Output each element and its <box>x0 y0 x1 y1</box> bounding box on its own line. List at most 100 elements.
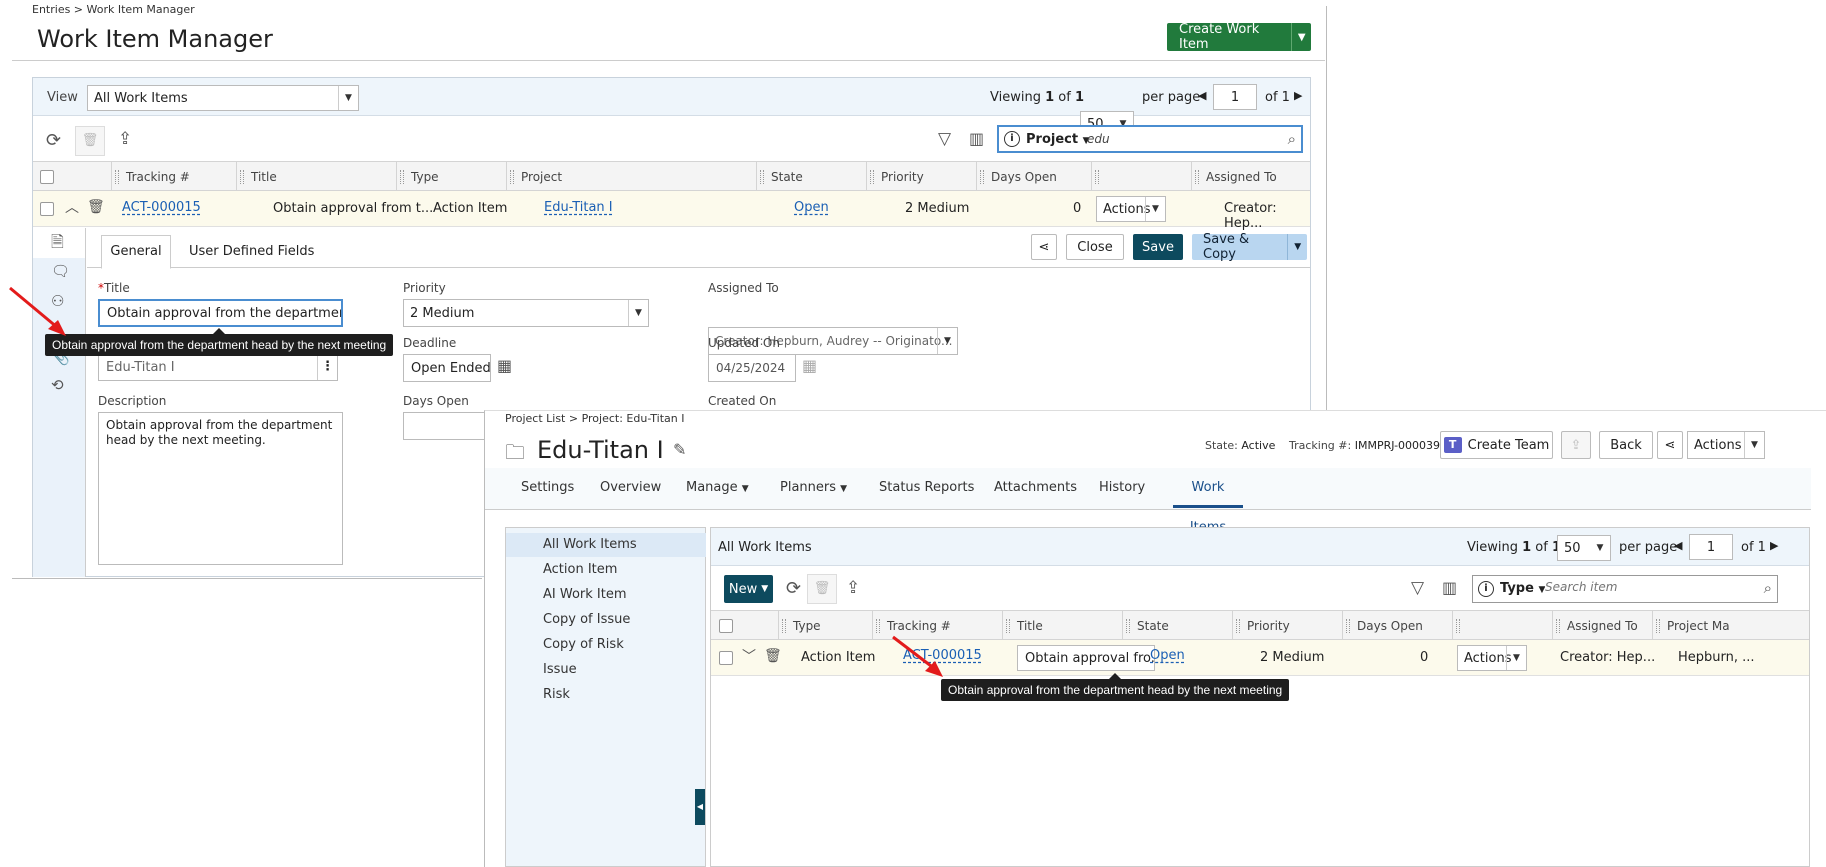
filter-icon[interactable]: ▽ <box>1411 580 1424 597</box>
tab-overview[interactable]: Overview <box>600 468 661 508</box>
project-link[interactable]: Edu-Titan I <box>544 200 613 215</box>
column-header[interactable]: Type <box>396 162 506 192</box>
more-icon[interactable]: ⋮ <box>317 354 337 380</box>
description-textarea[interactable]: Obtain approval from the department head… <box>98 412 343 565</box>
table-row[interactable]: ﹀ 🗑 Action Item ACT-000015 Obtain approv… <box>711 640 1809 676</box>
tab-work-items[interactable]: Work Items <box>1173 468 1243 535</box>
search-icon[interactable]: ⌕ <box>1764 579 1772 597</box>
search-input[interactable]: edu <box>1087 132 1110 146</box>
export-button[interactable]: ⇪ <box>1561 431 1591 459</box>
back-button[interactable]: Back <box>1599 431 1653 459</box>
column-header[interactable]: Assigned To <box>1552 611 1652 641</box>
state-link[interactable]: Open <box>794 200 829 215</box>
column-header[interactable]: Days Open <box>1342 611 1452 641</box>
column-header[interactable]: Priority <box>866 162 976 192</box>
column-header[interactable]: State <box>756 162 866 192</box>
nav-item[interactable]: Copy of Risk <box>506 633 706 657</box>
column-header[interactable] <box>1091 162 1191 192</box>
column-header[interactable]: Type <box>778 611 872 641</box>
column-header[interactable]: Priority <box>1232 611 1342 641</box>
search-field-select[interactable]: Project ▼ <box>1026 132 1090 147</box>
column-header[interactable]: Days Open <box>976 162 1091 192</box>
filter-icon[interactable]: ▽ <box>938 131 951 148</box>
column-header[interactable]: Tracking # <box>111 162 236 192</box>
row-checkbox[interactable] <box>40 202 54 216</box>
delete-icon[interactable]: 🗑 <box>75 126 105 156</box>
column-header[interactable]: State <box>1122 611 1232 641</box>
nav-item[interactable]: All Work Items <box>506 533 706 557</box>
export-icon[interactable]: ⇪ <box>118 131 132 148</box>
calendar-icon[interactable]: ▦ <box>497 358 512 374</box>
collapse-icon[interactable]: ︿ <box>65 201 79 215</box>
breadcrumb[interactable]: Entries > Work Item Manager <box>32 3 195 16</box>
close-button[interactable]: Close <box>1066 234 1124 260</box>
next-page-icon[interactable]: ▶ <box>1770 539 1778 552</box>
create-work-item-button[interactable]: Create Work Item ▼ <box>1167 22 1311 52</box>
column-header[interactable]: Title <box>1002 611 1122 641</box>
breadcrumb[interactable]: Project List > Project: Edu-Titan I <box>505 412 684 425</box>
search-box[interactable]: i Type ▼ ⌕ <box>1472 575 1778 603</box>
column-header[interactable]: Assigned To <box>1191 162 1310 192</box>
project-field[interactable]: Edu-Titan I ⋮ <box>98 353 338 381</box>
edit-icon[interactable]: ✎ <box>673 442 686 458</box>
table-row[interactable]: ︿ 🗑 ACT-000015 Obtain approval from t...… <box>33 191 1310 231</box>
expand-icon[interactable]: ﹀ <box>742 650 756 664</box>
create-team-button[interactable]: T Create Team <box>1440 431 1553 459</box>
new-button[interactable]: New ▼ <box>724 575 773 603</box>
trash-icon[interactable]: 🗑 <box>764 649 782 663</box>
page-size-select[interactable]: 50 ▼ <box>1557 535 1611 561</box>
title-cell[interactable]: Obtain approval fro... <box>1017 645 1155 671</box>
export-icon[interactable]: ⇪ <box>846 580 860 597</box>
nav-item[interactable]: Copy of Issue <box>506 608 706 632</box>
select-all-checkbox[interactable] <box>719 619 733 633</box>
row-actions-select[interactable]: Actions ▼ <box>1096 196 1166 222</box>
prev-page-icon[interactable]: ◀ <box>1198 89 1206 102</box>
chevron-down-icon[interactable]: ▼ <box>1291 23 1311 51</box>
refresh-icon[interactable]: ⟳ <box>46 132 61 150</box>
collapse-nav-handle[interactable]: ◀ <box>695 789 705 825</box>
title-input[interactable]: Obtain approval from the department he <box>98 299 343 327</box>
tab-history[interactable]: History <box>1099 468 1145 508</box>
nav-item[interactable]: AI Work Item <box>506 583 706 607</box>
search-field-select[interactable]: Type ▼ <box>1500 581 1545 596</box>
columns-icon[interactable]: ▥ <box>1442 580 1457 596</box>
save-and-copy-button[interactable]: Save & Copy ▼ <box>1192 232 1307 262</box>
tracking-link[interactable]: ACT-000015 <box>122 200 201 215</box>
page-input[interactable]: 1 <box>1213 84 1257 110</box>
view-select[interactable]: All Work Items ▼ <box>87 85 359 111</box>
share-button[interactable]: ⋖ <box>1031 234 1057 260</box>
search-icon[interactable]: ⌕ <box>1288 130 1296 148</box>
select-all-checkbox[interactable] <box>40 170 54 184</box>
column-header[interactable]: Title <box>236 162 396 192</box>
search-input[interactable] <box>1545 580 1745 594</box>
tab-manage[interactable]: Manage ▼ <box>686 468 749 508</box>
history-icon[interactable]: ⟲ <box>51 378 64 393</box>
trash-icon[interactable]: 🗑 <box>87 200 105 214</box>
tab-user-defined-fields[interactable]: User Defined Fields <box>189 244 314 259</box>
tab-attachments[interactable]: Attachments <box>994 468 1077 508</box>
nav-item[interactable]: Issue <box>506 658 706 682</box>
priority-select[interactable]: 2 Medium ▼ <box>403 299 649 327</box>
deadline-input[interactable]: Open Ended <box>403 354 491 382</box>
prev-page-icon[interactable]: ◀ <box>1674 539 1682 552</box>
tab-status-reports[interactable]: Status Reports <box>879 468 974 508</box>
column-header[interactable]: Project Ma <box>1652 611 1809 641</box>
nav-item[interactable]: Risk <box>506 683 706 707</box>
tab-settings[interactable]: Settings <box>521 468 574 508</box>
comment-icon[interactable]: 🗨 <box>51 264 70 279</box>
tab-planners[interactable]: Planners ▼ <box>780 468 847 508</box>
row-checkbox[interactable] <box>719 651 733 665</box>
chevron-down-icon[interactable]: ▼ <box>1287 234 1307 260</box>
refresh-icon[interactable]: ⟳ <box>786 580 801 598</box>
column-header[interactable]: Project <box>506 162 756 192</box>
nav-item[interactable]: Action Item <box>506 558 706 582</box>
share-button[interactable]: ⋖ <box>1657 431 1683 459</box>
save-button[interactable]: Save <box>1133 234 1183 260</box>
row-actions-select[interactable]: Actions ▼ <box>1457 645 1527 671</box>
actions-select[interactable]: Actions ▼ <box>1687 431 1765 459</box>
search-box[interactable]: i Project ▼ edu ⌕ <box>997 125 1303 153</box>
column-header[interactable] <box>1452 611 1552 641</box>
columns-icon[interactable]: ▥ <box>969 131 984 147</box>
document-icon[interactable]: 🗎 <box>51 234 64 250</box>
tab-general[interactable]: General <box>101 235 171 269</box>
